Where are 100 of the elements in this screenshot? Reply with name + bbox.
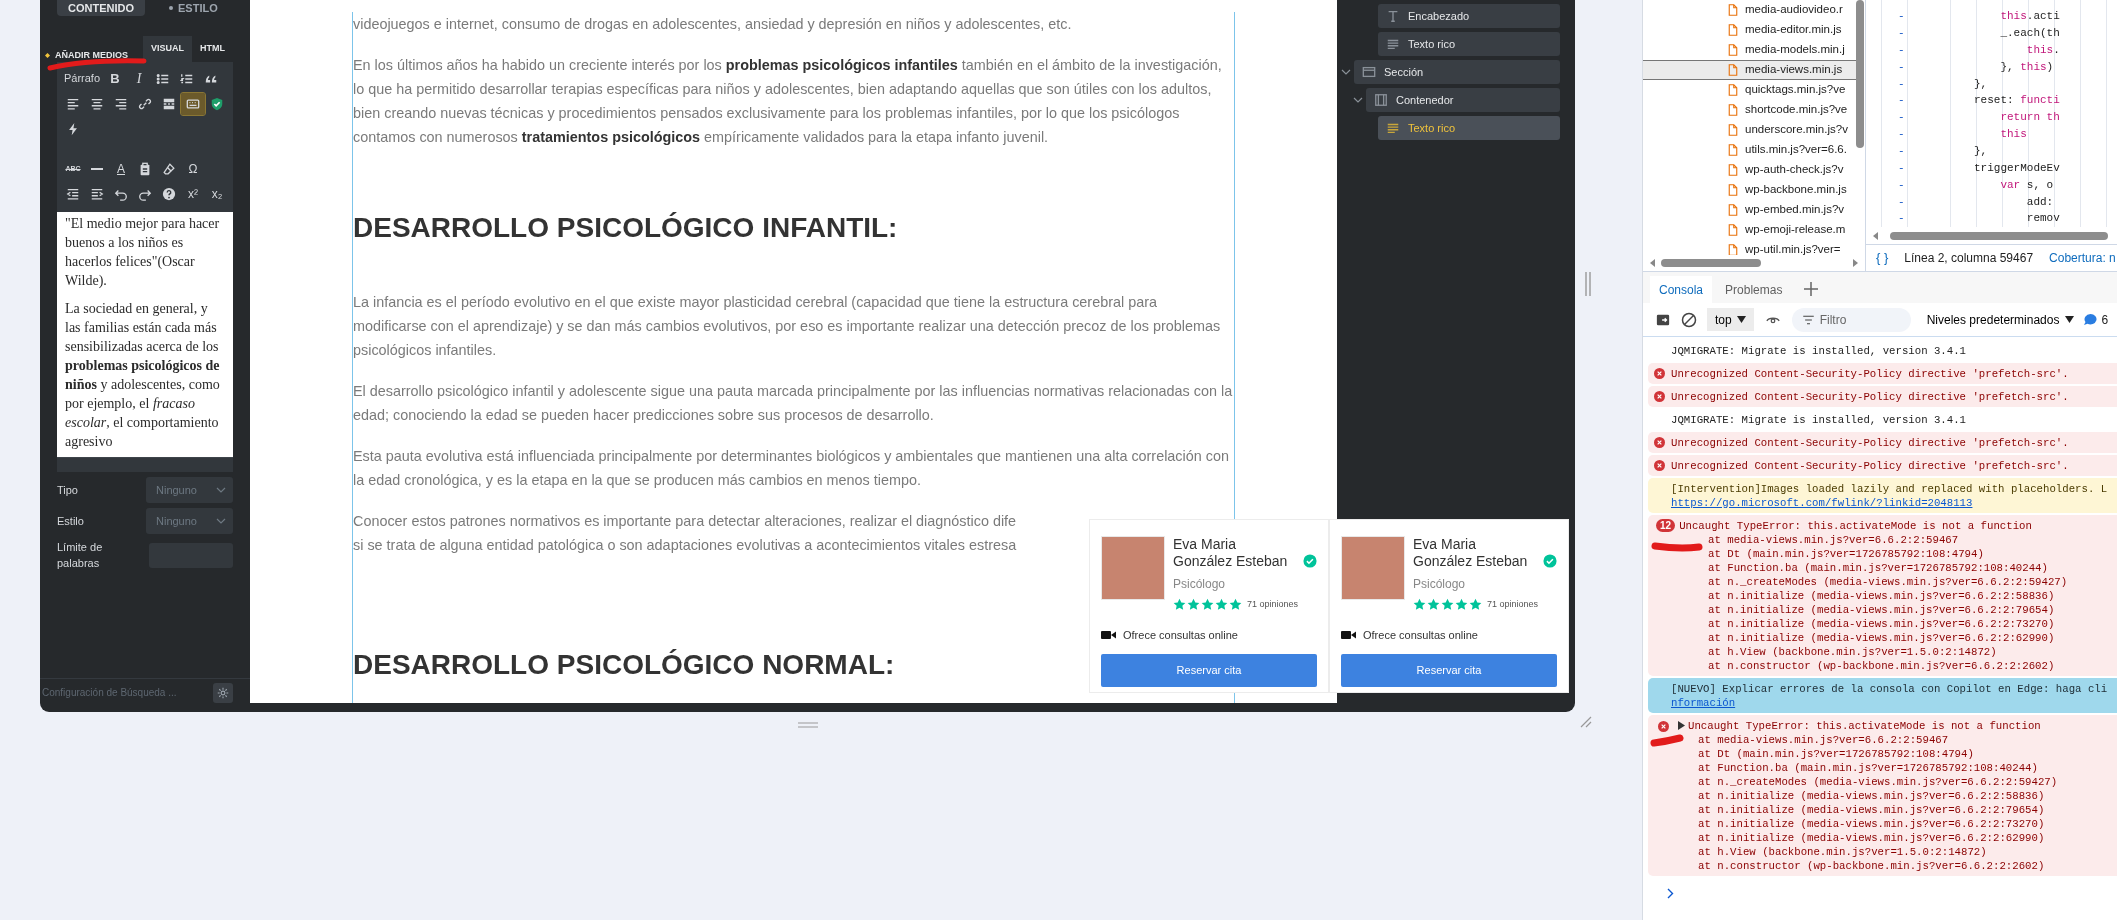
drawer-tab[interactable]: Problemas (1716, 276, 1792, 303)
source-link[interactable]: wp-backbone.min.js?ver=6.6.2:2:2602 (1823, 659, 2048, 672)
star-icon (1201, 598, 1214, 612)
book-button[interactable]: Reservar cita (1341, 654, 1557, 687)
pretty-print-button[interactable]: { } (1876, 248, 1889, 268)
file-item[interactable]: media-models.min.j (1643, 40, 1856, 60)
drawer-tab[interactable]: Consola (1650, 276, 1713, 303)
file-item[interactable]: wp-embed.min.js?v (1643, 200, 1856, 220)
source-link[interactable]: backbone.min.js?ver=1.5.0:2:14872 (1768, 845, 1981, 858)
error-icon (1654, 459, 1665, 471)
special-character-button[interactable]: Ω (181, 157, 205, 180)
stack-frame: at h.View (backbone.min.js?ver=1.5.0:2:14872) (1708, 645, 1997, 658)
source-link[interactable]: media-views.min.js?ver=6.6.2:2:58836 (1807, 789, 2038, 802)
file-item[interactable]: shortcode.min.js?ve (1643, 100, 1856, 120)
source-link[interactable]: wp-backbone.min.js?ver=6.6.2:2:2602 (1813, 859, 2038, 872)
navigator-item[interactable]: Sección (1354, 60, 1560, 84)
text-color-button[interactable]: A (109, 157, 133, 180)
navigator-item[interactable]: Texto rico (1378, 116, 1560, 140)
review-count[interactable]: 71 opiniones (1487, 598, 1539, 612)
help-link[interactable]: https://go.microsoft.com/fwlink/?linkid=2048113 (1671, 495, 1973, 510)
subscript-button[interactable]: x₂ (205, 182, 229, 205)
source-link[interactable]: media-views.min.js?ver=6.6.2:2:73270 (1817, 617, 2048, 630)
code-line: }, (1974, 144, 1988, 160)
message-text: Unrecognized Content-Security-Policy directive 'prefetch-src'. (1671, 366, 2069, 381)
settings-button[interactable] (213, 682, 233, 703)
context-dropdown[interactable]: top (1707, 308, 1754, 331)
review-count[interactable]: 71 opiniones (1247, 598, 1299, 612)
source-link[interactable]: backbone.min.js?ver=1.5.0:2:14872 (1778, 645, 1991, 658)
scroll-left-icon[interactable] (1872, 231, 1880, 240)
source-link[interactable]: media-views.min.js?ver=6.6.2:2:62990 (1807, 831, 2038, 844)
code-line: _.each(th (2000, 26, 2060, 42)
video-camera-icon (1101, 629, 1116, 640)
add-media-button[interactable]: AÑADIR MEDIOS (45, 48, 136, 62)
file-item[interactable]: quicktags.min.js?ve (1643, 80, 1856, 100)
coverage-link[interactable]: Cobertura: n (2049, 249, 2116, 268)
source-link[interactable]: main.min.js?ver=1726785792:108:4794 (1752, 547, 1978, 560)
bold-button[interactable]: B (103, 67, 127, 90)
diff-marker: - (1898, 110, 1905, 126)
resize-handle-icon[interactable] (1585, 272, 1591, 296)
chevron-down-icon[interactable] (1341, 67, 1351, 77)
file-item[interactable]: underscore.min.js?v (1643, 120, 1856, 140)
editor-mode-tab[interactable]: HTML (192, 36, 233, 62)
help-link[interactable]: nformación (1671, 695, 1736, 710)
source-link[interactable]: media-views.min.js?ver=6.6.2:2:59467 (1717, 733, 1949, 746)
editor-content[interactable] (57, 212, 233, 457)
source-link[interactable]: media-views.min.js?ver=6.6.2:2:59467 (1727, 533, 1959, 546)
format-dropdown[interactable]: Párrafo (61, 67, 103, 90)
source-link[interactable]: media-views.min.js?ver=6.6.2:2:58836 (1817, 589, 2048, 602)
code-line: this.acti (2000, 9, 2060, 25)
diff-marker: - (1898, 76, 1905, 92)
file-item[interactable]: utils.min.js?ver=6.6. (1643, 140, 1856, 160)
source-link[interactable]: main.min.js?ver=1726785792:108:40244 (1800, 761, 2032, 774)
file-item[interactable]: media-editor.min.js (1643, 20, 1856, 40)
panel-tab[interactable]: CONTENIDO (57, 0, 145, 16)
chevron-down-icon[interactable] (1353, 95, 1363, 105)
help-icon (162, 186, 176, 201)
levels-dropdown[interactable]: Niveles predeterminados (1920, 310, 2075, 329)
navigator-item[interactable]: Texto rico (1378, 32, 1560, 56)
navigator-item[interactable]: Encabezado (1378, 4, 1560, 28)
scroll-left-icon[interactable] (1649, 259, 1657, 267)
paragraph: La sociedad en general, y las familias están cada más sensibilizadas acerca de los problemas psicológicos de niños y adolescentes, como por ejemplo, el fracaso escolar, el comportamiento agresivo (65, 300, 221, 451)
file-item[interactable]: wp-backbone.min.js (1643, 180, 1856, 200)
file-icon (1727, 3, 1739, 17)
file-icon (1727, 23, 1739, 37)
file-item[interactable]: media-views.min.js (1643, 60, 1856, 80)
panel-tab[interactable]: ESTILO (159, 0, 228, 16)
scroll-right-icon[interactable] (1851, 259, 1859, 267)
source-link[interactable]: main.min.js?ver=1726785792:108:4794 (1742, 747, 1968, 760)
expand-triangle-icon[interactable] (1678, 721, 1685, 730)
align-right-icon (114, 96, 128, 111)
source-link[interactable]: media-views.min.js?ver=6.6.2:2:73270 (1807, 817, 2038, 830)
navigator-item[interactable]: Contenedor (1366, 88, 1560, 112)
filter-field[interactable]: Filtro (1791, 307, 1911, 332)
star-icon (1469, 598, 1482, 612)
superscript-button[interactable]: x² (181, 182, 205, 205)
star-icon (1229, 598, 1242, 612)
heading-icon (1386, 9, 1400, 23)
italic-button[interactable]: I (127, 67, 151, 90)
profession-label: Psicólogo (1173, 576, 1227, 593)
video-camera-icon (1341, 629, 1356, 640)
file-item[interactable]: wp-auth-check.js?v (1643, 160, 1856, 180)
file-item[interactable]: wp-util.min.js?ver= (1643, 240, 1856, 255)
source-link[interactable]: media-views.min.js?ver=6.6.2:2:59427 (1829, 575, 2061, 588)
prompt-chevron-icon[interactable] (1667, 887, 1674, 899)
stack-frame: at n.initialize (media-views.min.js?ver=6.6.2:2:62990) (1708, 631, 2055, 644)
source-link[interactable]: media-views.min.js?ver=6.6.2:2:79654 (1817, 603, 2048, 616)
book-button[interactable]: Reservar cita (1101, 654, 1317, 687)
resize-grip-icon[interactable] (1580, 716, 1592, 728)
stack-frame: at n._createModes (media-views.min.js?ver=6.6.2:2:59427) (1708, 575, 2068, 588)
toolbar-button[interactable] (181, 92, 205, 115)
source-link[interactable]: media-views.min.js?ver=6.6.2:2:62990 (1817, 631, 2048, 644)
message-icon[interactable] (2084, 313, 2098, 326)
text-link[interactable]: desarrollo psicológico infantil (369, 383, 554, 399)
source-link[interactable]: media-views.min.js?ver=6.6.2:2:79654 (1807, 803, 2038, 816)
file-item[interactable]: wp-emoji-release.m (1643, 220, 1856, 240)
source-link[interactable]: media-views.min.js?ver=6.6.2:2:59427 (1819, 775, 2051, 788)
editor-mode-tab[interactable]: VISUAL (143, 36, 192, 62)
file-item[interactable]: media-audiovideo.r (1643, 0, 1856, 20)
source-link[interactable]: main.min.js?ver=1726785792:108:40244 (1810, 561, 2042, 574)
resize-handle-icon[interactable] (797, 721, 818, 728)
